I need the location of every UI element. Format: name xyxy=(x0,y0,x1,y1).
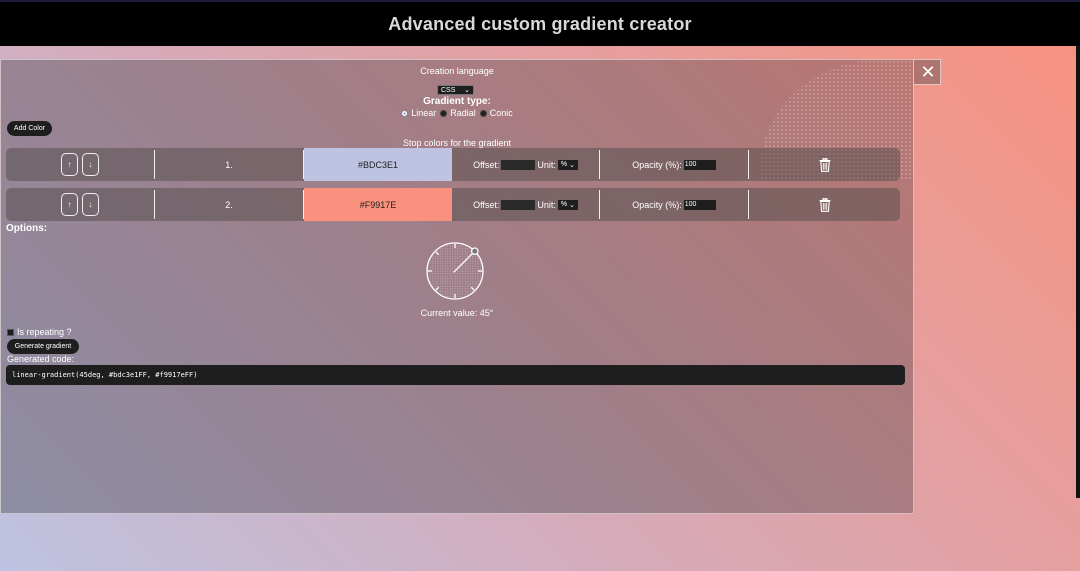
stop-colors-label: Stop colors for the gradient xyxy=(402,138,512,148)
close-icon[interactable]: ✕ xyxy=(918,62,938,82)
repeating-checkbox[interactable] xyxy=(7,328,14,336)
opacity-controls: Opacity (%): 100 xyxy=(600,148,748,181)
options-label: Options: xyxy=(6,223,48,234)
radio-linear-label: Linear xyxy=(411,108,437,118)
unit-label: Unit: xyxy=(537,199,556,210)
move-down-button[interactable]: ↓ xyxy=(82,153,99,176)
stop-row: ↑ ↓ 1. #BDC3E1 Offset: Unit: % ⌄ Opacity… xyxy=(6,148,900,181)
generated-code-label: Generated code: xyxy=(7,354,75,364)
move-up-button[interactable]: ↑ xyxy=(61,193,78,216)
creation-language-label: Creation language xyxy=(420,66,494,76)
unit-value: % xyxy=(560,201,568,208)
language-select-value: CSS xyxy=(441,86,456,94)
page-title: Advanced custom gradient creator xyxy=(388,13,692,34)
color-hex: #BDC3E1 xyxy=(357,159,399,170)
app-header: Advanced custom gradient creator xyxy=(0,0,1080,46)
opacity-input[interactable]: 100 xyxy=(683,159,716,170)
offset-label: Offset: xyxy=(473,199,500,210)
radio-conic-button[interactable] xyxy=(479,109,487,117)
move-up-button[interactable]: ↑ xyxy=(61,153,78,176)
add-color-button[interactable]: Add Color xyxy=(7,121,52,136)
reorder-controls: ↑ ↓ xyxy=(6,148,154,181)
radio-radial[interactable]: Radial xyxy=(440,108,476,118)
color-swatch[interactable]: #BDC3E1 xyxy=(304,148,452,181)
language-select[interactable]: CSS ⌄ xyxy=(437,85,474,95)
trash-icon[interactable] xyxy=(819,197,831,212)
trash-icon[interactable] xyxy=(819,157,831,172)
radio-linear-button[interactable] xyxy=(401,109,409,117)
chevron-down-icon: ⌄ xyxy=(464,87,470,94)
angle-dial[interactable] xyxy=(424,240,486,302)
reorder-controls: ↑ ↓ xyxy=(6,188,154,221)
radio-radial-button[interactable] xyxy=(440,109,448,117)
unit-select[interactable]: % ⌄ xyxy=(557,159,578,170)
generate-gradient-button[interactable]: Generate gradient xyxy=(7,339,79,354)
offset-input[interactable] xyxy=(501,199,536,210)
dial-handle[interactable] xyxy=(470,247,479,256)
color-swatch[interactable]: #F9917E xyxy=(304,188,452,221)
current-angle-value: Current value: 45° xyxy=(420,308,494,318)
unit-label: Unit: xyxy=(537,159,556,170)
offset-input[interactable] xyxy=(501,159,536,170)
delete-cell xyxy=(749,188,900,221)
color-hex: #F9917E xyxy=(359,199,397,210)
offset-unit-controls: Offset: Unit: % ⌄ xyxy=(452,148,599,181)
gradient-type-label: Gradient type: xyxy=(423,96,491,107)
unit-value: % xyxy=(560,161,568,168)
repeating-label: Is repeating ? xyxy=(17,327,72,337)
unit-select[interactable]: % ⌄ xyxy=(557,199,578,210)
radio-radial-label: Radial xyxy=(450,108,476,118)
radio-conic-label: Conic xyxy=(489,108,513,118)
gradient-type-radios: Linear Radial Conic xyxy=(0,108,914,118)
opacity-label: Opacity (%): xyxy=(632,199,682,210)
radio-conic[interactable]: Conic xyxy=(479,108,513,118)
offset-label: Offset: xyxy=(473,159,500,170)
opacity-controls: Opacity (%): 100 xyxy=(600,188,748,221)
delete-cell xyxy=(749,148,900,181)
radio-linear[interactable]: Linear xyxy=(401,108,436,118)
offset-unit-controls: Offset: Unit: % ⌄ xyxy=(452,188,599,221)
stop-row: ↑ ↓ 2. #F9917E Offset: Unit: % ⌄ Opacity… xyxy=(6,188,900,221)
stop-index: 1. xyxy=(225,159,233,170)
stop-index: 2. xyxy=(225,199,233,210)
move-down-button[interactable]: ↓ xyxy=(82,193,99,216)
scrollbar-track[interactable] xyxy=(1076,46,1080,498)
opacity-label: Opacity (%): xyxy=(632,159,682,170)
generated-code-output[interactable]: linear-gradient(45deg, #bdc3e1FF, #f9917… xyxy=(6,365,905,385)
repeating-option[interactable]: Is repeating ? xyxy=(7,327,72,337)
opacity-input[interactable]: 100 xyxy=(683,199,716,210)
